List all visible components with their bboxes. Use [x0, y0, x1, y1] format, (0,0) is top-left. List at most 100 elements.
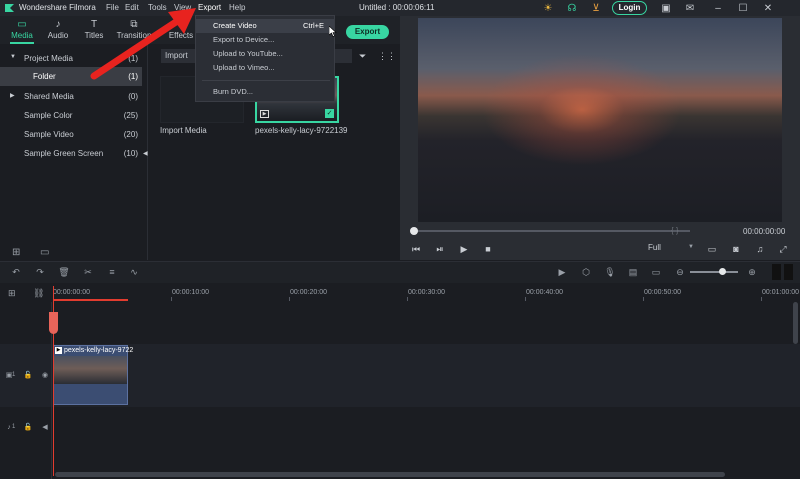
app-name: Wondershare Filmora — [19, 3, 96, 12]
minimize-icon[interactable]: – — [712, 2, 724, 14]
folder-icon[interactable]: ▭ — [40, 247, 49, 258]
render-icon[interactable]: ▶ — [556, 266, 568, 278]
play-pause-icon[interactable]: ⏯ — [434, 243, 446, 255]
ruler-tick — [525, 297, 526, 301]
step-back-icon[interactable]: ⏮ — [410, 243, 422, 255]
document-title: Untitled : 00:00:06:11 — [359, 3, 435, 12]
ruler-tick-label: 00:01:00:00 — [762, 289, 799, 296]
eye-icon[interactable]: ◉ — [40, 371, 50, 381]
new-folder-icon[interactable]: ⊞ — [12, 247, 20, 258]
export-menu-upload-youtube[interactable]: Upload to YouTube... — [196, 47, 334, 61]
speaker-icon[interactable]: ◀ — [40, 423, 50, 433]
tree-count: (10) — [123, 149, 138, 158]
add-track-icon[interactable]: ⊞ — [8, 288, 16, 299]
maximize-icon[interactable]: ☐ — [737, 2, 749, 14]
mouse-cursor-icon — [329, 26, 337, 37]
subtitle-icon[interactable]: ▭ — [650, 266, 662, 278]
filter-icon[interactable]: ⏷ — [359, 51, 366, 62]
tree-shared-media[interactable]: ▶ Shared Media (0) — [0, 87, 148, 106]
chevron-down-icon: ▼ — [10, 54, 16, 60]
link-icon[interactable]: ⛓ — [33, 288, 44, 299]
redo-icon[interactable]: ↷ — [34, 266, 46, 278]
camera-icon[interactable]: ◙ — [730, 243, 742, 255]
video-clip-icon: ▶ — [55, 347, 62, 354]
playback-progress-bar[interactable] — [412, 230, 690, 232]
tree-count: (25) — [123, 111, 138, 120]
tab-audio[interactable]: ♪ Audio — [40, 18, 76, 42]
undo-icon[interactable]: ↶ — [10, 266, 22, 278]
music-note-icon: ♪ — [55, 19, 61, 30]
marker-icon[interactable]: ⬡ — [580, 266, 592, 278]
menu-help[interactable]: Help — [229, 3, 245, 12]
mark-brackets[interactable]: { } — [671, 226, 679, 235]
export-menu-export-to-device[interactable]: Export to Device... — [196, 33, 334, 47]
ruler-tick — [407, 297, 408, 301]
timeline-clip-thumbnail — [54, 356, 127, 384]
ruler-tick-label: 00:00:20:00 — [290, 289, 327, 296]
fullscreen-icon[interactable]: ⤢ — [777, 243, 789, 255]
folder-icon: ▭ — [17, 19, 27, 30]
zoom-out-icon[interactable]: ⊖ — [674, 266, 686, 278]
microphone-icon[interactable]: 🎙 — [604, 266, 616, 278]
close-icon[interactable]: ✕ — [762, 2, 774, 14]
tree-sample-green-screen[interactable]: Sample Green Screen (10) — [0, 144, 148, 163]
zoom-in-icon[interactable]: ⊕ — [746, 266, 758, 278]
voiceover-icon[interactable]: ▤ — [627, 266, 639, 278]
tree-label: Shared Media — [24, 92, 74, 101]
audio-wave-icon[interactable]: ∿ — [128, 266, 140, 278]
cart-icon[interactable]: ⊻ — [590, 2, 602, 14]
tab-media-label: Media — [11, 31, 33, 40]
menu-item-label: Create Video — [213, 21, 257, 30]
zoom-slider-handle[interactable] — [719, 268, 726, 275]
tree-sample-video[interactable]: Sample Video (20) — [0, 125, 148, 144]
timeline-vertical-scrollbar[interactable] — [793, 302, 798, 344]
playhead-handle[interactable] — [49, 312, 58, 334]
headset-icon[interactable]: ☊ — [566, 2, 578, 14]
timeline-horizontal-scrollbar[interactable] — [55, 472, 725, 477]
lock-icon[interactable]: 🔓 — [23, 423, 33, 433]
chevron-right-icon: ▶ — [10, 93, 15, 99]
ruler-tick — [643, 297, 644, 301]
tree-sample-color[interactable]: Sample Color (25) — [0, 106, 148, 125]
tab-audio-label: Audio — [47, 31, 69, 40]
export-button[interactable]: Export — [346, 25, 389, 39]
monitor-icon[interactable]: ▭ — [706, 243, 718, 255]
playback-scrubber[interactable] — [410, 227, 418, 235]
tab-media[interactable]: ▭ Media — [4, 18, 40, 44]
zoom-slider[interactable] — [690, 271, 738, 273]
lightbulb-icon[interactable]: ☀ — [542, 2, 554, 14]
export-menu-upload-vimeo[interactable]: Upload to Vimeo... — [196, 61, 334, 75]
ruler-tick-label: 00:00:10:00 — [172, 289, 209, 296]
timeline-range-marker — [53, 299, 128, 301]
checkmark-icon: ✓ — [325, 109, 334, 118]
lock-icon[interactable]: 🔓 — [23, 371, 33, 381]
timeline-clip-name: pexels-kelly-lacy-9722 — [64, 347, 134, 354]
menu-separator — [202, 80, 330, 81]
ruler-tick — [289, 297, 290, 301]
tree-label: Sample Color — [24, 111, 73, 120]
export-menu-create-video[interactable]: Create Video Ctrl+E — [196, 19, 334, 33]
audio-meter-left — [772, 264, 781, 280]
ruler-tick-label: 00:00:00:00 — [53, 289, 90, 296]
mail-icon[interactable]: ✉ — [684, 2, 696, 14]
video-track-number: 1 — [12, 372, 16, 378]
audio-track-row — [0, 407, 800, 449]
audio-meter-right — [784, 264, 793, 280]
grid-view-icon[interactable]: ⋮⋮ — [378, 51, 396, 62]
tree-count: (20) — [123, 130, 138, 139]
cut-icon[interactable]: ✂ — [82, 266, 94, 278]
save-icon[interactable]: ▣ — [660, 2, 672, 14]
volume-icon[interactable]: ♫ — [754, 243, 766, 255]
export-menu-burn-dvd[interactable]: Burn DVD... — [196, 85, 334, 99]
adjust-icon[interactable]: ≡ — [106, 266, 118, 278]
collapse-panel-icon[interactable]: ◀ — [143, 150, 148, 157]
stop-icon[interactable]: ■ — [482, 243, 494, 255]
tree-label: Project Media — [24, 54, 73, 63]
video-type-icon: ▶ — [260, 110, 269, 118]
tree-label: Sample Green Screen — [24, 149, 104, 158]
ruler-tick-label: 00:00:30:00 — [408, 289, 445, 296]
delete-icon[interactable]: 🗑 — [58, 266, 70, 278]
preview-video-frame — [418, 18, 782, 222]
play-icon[interactable]: ▶ — [458, 243, 470, 255]
login-button[interactable]: Login — [612, 1, 647, 15]
